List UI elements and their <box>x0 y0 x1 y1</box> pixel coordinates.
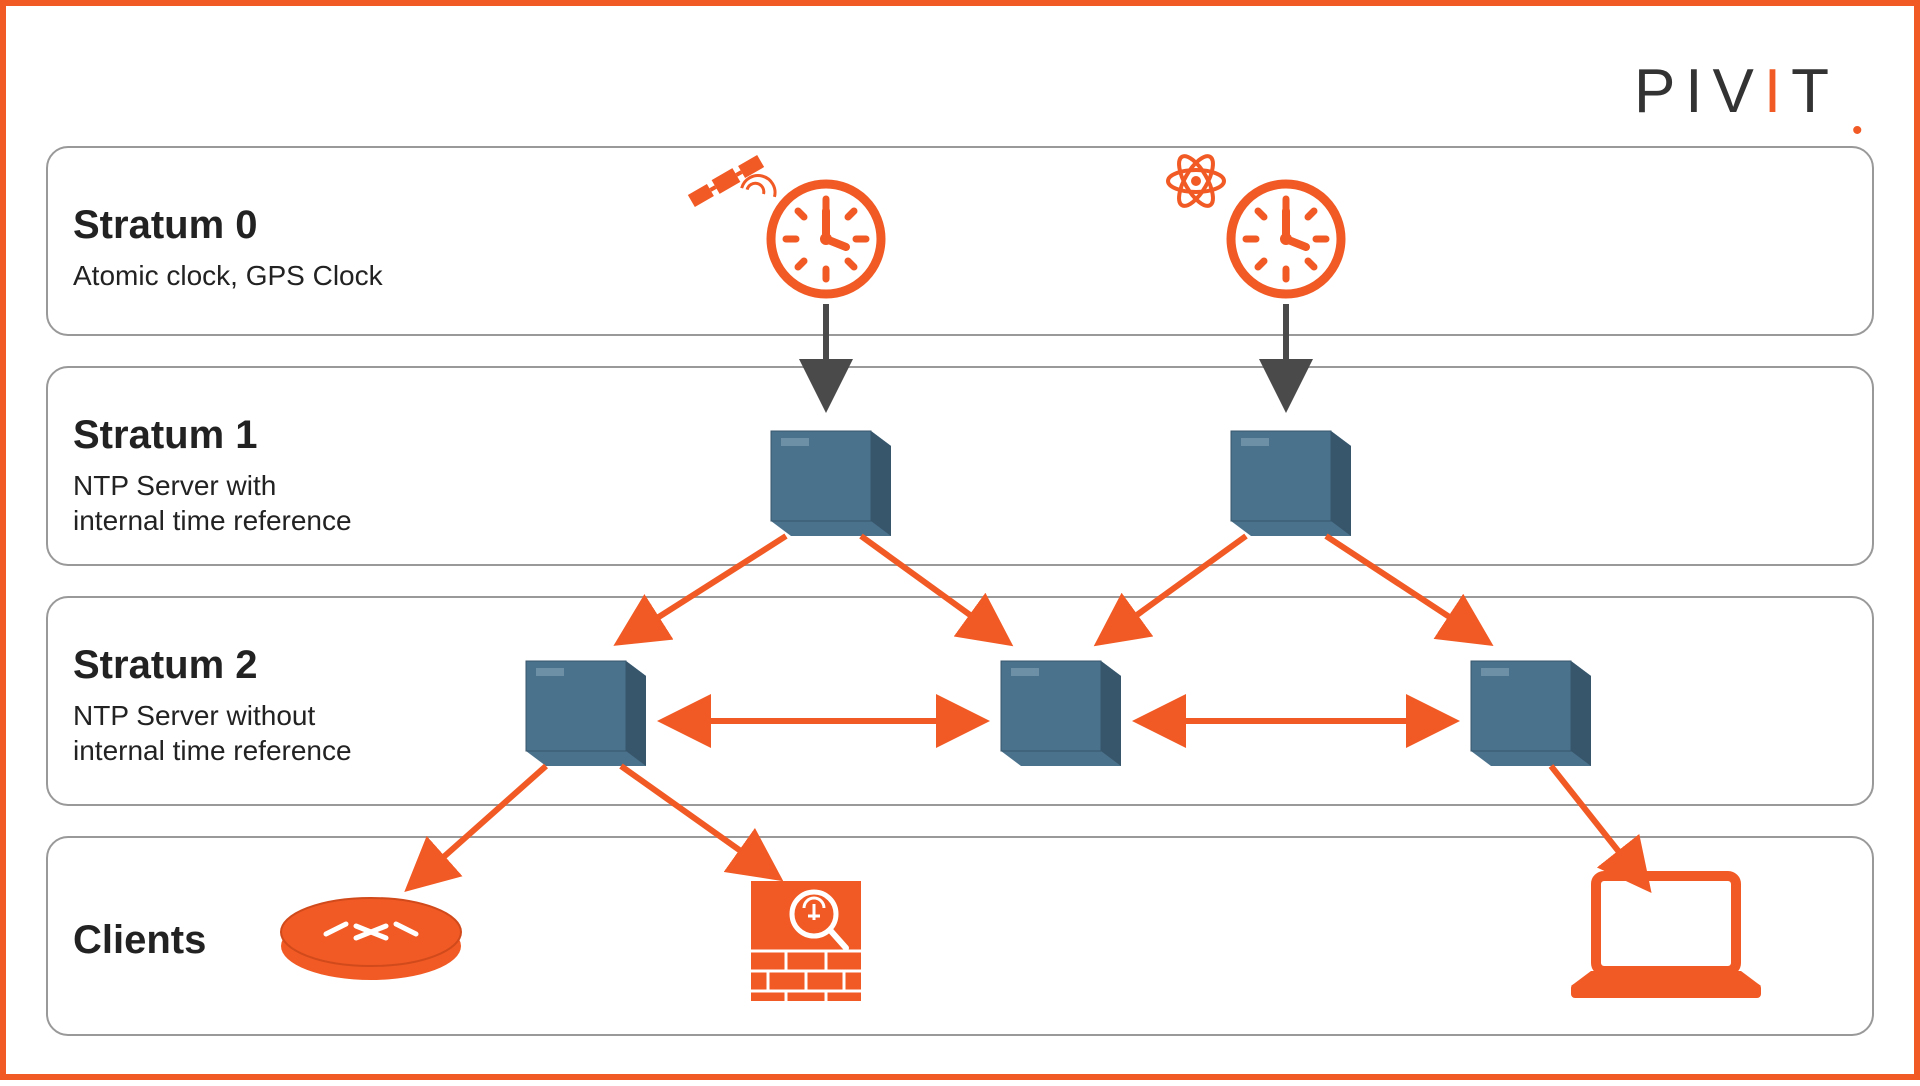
stratum-2-title: Stratum 2 <box>73 643 258 688</box>
brand-text-right: T <box>1791 57 1839 126</box>
diagram-canvas: PIVIT • Stratum 0 Atomic clock, GPS Cloc… <box>0 0 1920 1080</box>
clients-panel: Clients <box>46 836 1874 1036</box>
stratum-0-panel: Stratum 0 Atomic clock, GPS Clock <box>46 146 1874 336</box>
brand-text-left: PIV <box>1634 57 1764 126</box>
stratum-0-subtitle: Atomic clock, GPS Clock <box>73 258 383 293</box>
stratum-1-subtitle: NTP Server with internal time reference <box>73 468 352 538</box>
brand-logo: PIVIT • <box>1634 56 1839 127</box>
stratum-0-title: Stratum 0 <box>73 203 258 248</box>
stratum-1-title: Stratum 1 <box>73 413 258 458</box>
brand-text-accent: I <box>1764 57 1791 126</box>
stratum-2-panel: Stratum 2 NTP Server without internal ti… <box>46 596 1874 806</box>
stratum-1-panel: Stratum 1 NTP Server with internal time … <box>46 366 1874 566</box>
stratum-2-subtitle: NTP Server without internal time referen… <box>73 698 352 768</box>
brand-dot: • <box>1852 114 1873 148</box>
clients-title: Clients <box>73 918 206 963</box>
